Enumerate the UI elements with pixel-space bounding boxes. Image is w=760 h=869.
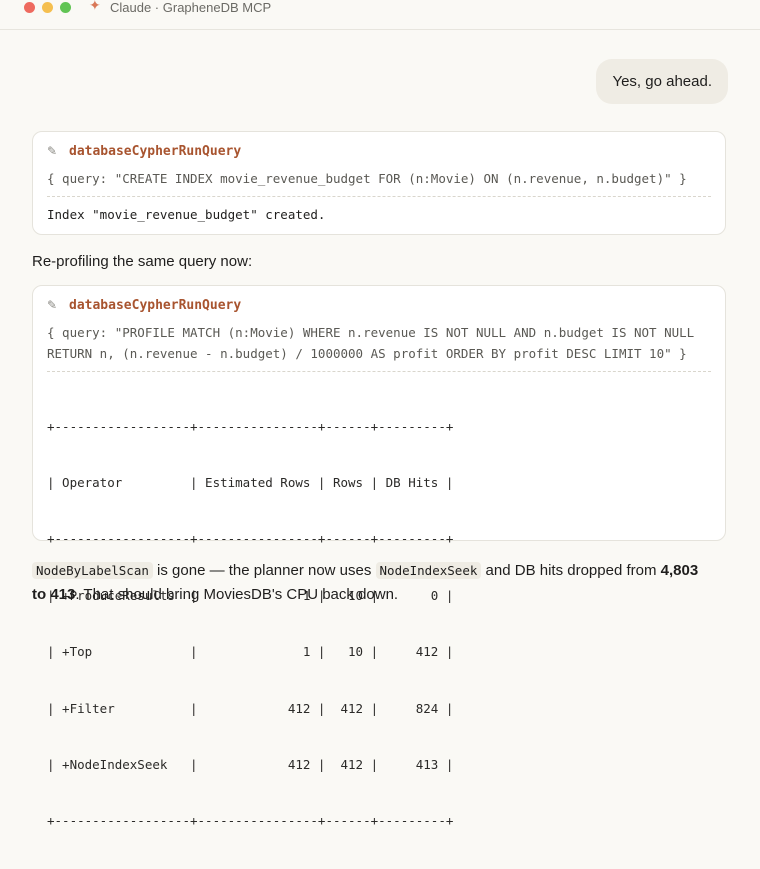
minimize-window-button[interactable]	[42, 2, 53, 13]
tool-call-card[interactable]: ✎ databaseCypherRunQuery { query: "CREAT…	[32, 131, 726, 235]
summary-text: . That should bring MoviesDB's CPU back …	[75, 586, 399, 603]
tool-query-line-1: { query: "PROFILE MATCH (n:Movie) WHERE …	[47, 325, 695, 340]
close-window-button[interactable]	[24, 2, 35, 13]
window-title: Claude · GrapheneDB MCP	[110, 0, 272, 15]
wrench-icon: ✎	[47, 298, 58, 312]
table-header: | Operator | Estimated Rows | Rows | DB …	[47, 474, 454, 490]
window-titlebar: ✦ Claude · GrapheneDB MCP	[0, 0, 760, 30]
tool-query-line-2: RETURN n, (n.revenue - n.budget) / 10000…	[47, 346, 687, 361]
summary-text: is gone — the planner now uses	[152, 562, 376, 579]
table-row: | +Top | 1 | 10 | 412 |	[47, 644, 454, 660]
tool-call-card[interactable]: ✎ databaseCypherRunQuery { query: "PROFI…	[32, 285, 726, 828]
wrench-icon: ✎	[47, 144, 58, 158]
table-border: +------------------+----------------+---…	[47, 813, 454, 829]
zoom-window-button[interactable]	[60, 2, 71, 13]
divider	[47, 196, 711, 197]
tool-name: databaseCypherRunQuery	[69, 144, 242, 159]
inline-code: NodeIndexSeek	[375, 562, 482, 579]
table-border: +------------------+----------------+---…	[47, 531, 454, 547]
tool-result: Index "movie_revenue_budget" created.	[47, 207, 326, 222]
claude-logo-icon: ✦	[89, 0, 101, 13]
profile-table: +------------------+----------------+---…	[47, 380, 453, 869]
divider	[47, 371, 711, 372]
assistant-summary: NodeByLabelScan is gone — the planner no…	[32, 559, 728, 607]
tool-query: { query: "CREATE INDEX movie_revenue_bud…	[47, 171, 687, 186]
bold-value: to 413	[32, 586, 76, 603]
table-border: +------------------+----------------+---…	[47, 418, 454, 434]
inline-code: NodeByLabelScan	[32, 562, 153, 579]
table-row: | +NodeIndexSeek | 412 | 412 | 413 |	[47, 756, 454, 772]
bold-value: 4,803	[660, 562, 699, 579]
tool-name: databaseCypherRunQuery	[69, 298, 242, 313]
summary-text: and DB hits dropped from	[481, 562, 661, 579]
user-message: Yes, go ahead.	[596, 59, 728, 104]
table-row: | +Filter | 412 | 412 | 824 |	[47, 700, 454, 716]
assistant-text: Re-profiling the same query now:	[32, 253, 253, 270]
